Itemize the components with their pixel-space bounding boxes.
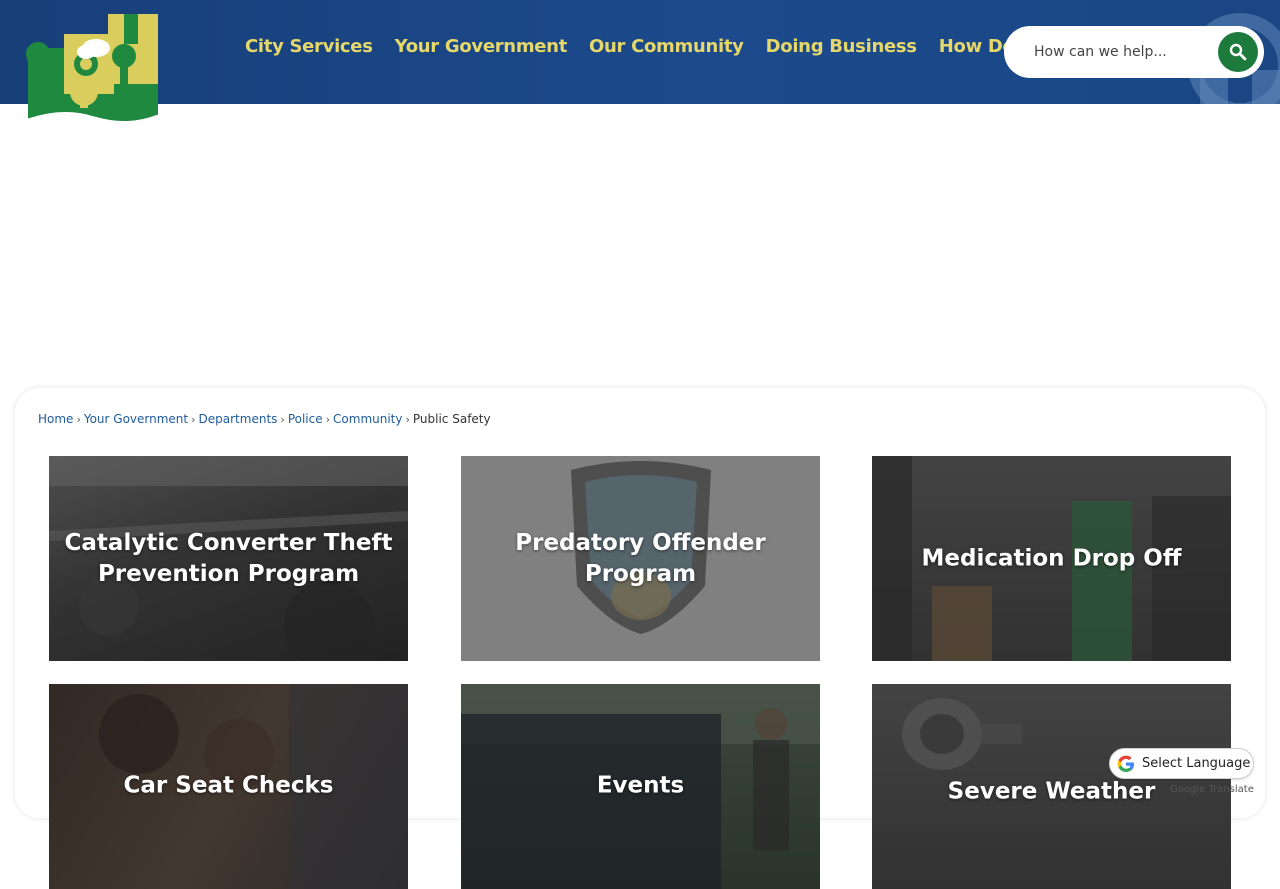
breadcrumb-separator: › (191, 412, 196, 426)
tile-label: Catalytic Converter Theft Prevention Pro… (64, 529, 393, 587)
search-icon (1229, 43, 1247, 61)
tile-label: Medication Drop Off (921, 545, 1182, 571)
tile-catalytic-converter[interactable]: Catalytic Converter Theft Prevention Pro… (49, 456, 408, 661)
breadcrumb-current: Public Safety (412, 412, 491, 426)
translate-label: Select Language (1142, 756, 1251, 771)
city-logo-icon[interactable] (24, 12, 160, 128)
translate-select[interactable]: Select Language (1109, 748, 1254, 779)
breadcrumb-separator: › (280, 412, 285, 426)
tile-predatory-offender[interactable]: Predatory Offender Program (461, 456, 820, 661)
breadcrumb: Home › Your Government › Departments › P… (38, 412, 491, 426)
tile-medication-drop-off[interactable]: Medication Drop Off (872, 456, 1231, 661)
banner-area (0, 104, 1280, 388)
breadcrumb-separator: › (76, 412, 81, 426)
search-input[interactable] (1034, 44, 1214, 60)
nav-your-government[interactable]: Your Government (395, 36, 568, 57)
google-g-icon (1117, 755, 1134, 772)
tile-label: Car Seat Checks (123, 772, 334, 799)
tile-label: Events (596, 772, 685, 799)
breadcrumb-your-government[interactable]: Your Government (84, 412, 188, 426)
breadcrumb-departments[interactable]: Departments (199, 412, 278, 426)
nav-city-services[interactable]: City Services (245, 36, 373, 57)
site-header: City Services Your Government Our Commun… (0, 0, 1280, 104)
tile-car-seat-checks[interactable]: Car Seat Checks (49, 684, 408, 889)
search-button[interactable] (1218, 32, 1258, 72)
tile-events[interactable]: Events (461, 684, 820, 889)
powered-by-google-translate[interactable]: Google Translate (1170, 784, 1254, 795)
main-nav: City Services Your Government Our Commun… (245, 36, 1069, 57)
breadcrumb-police[interactable]: Police (288, 412, 323, 426)
breadcrumb-separator: › (325, 412, 331, 426)
search-box (1004, 26, 1264, 78)
breadcrumb-separator: › (405, 412, 410, 426)
breadcrumb-home[interactable]: Home (38, 412, 73, 426)
tile-label: Predatory Offender Program (515, 529, 766, 587)
nav-doing-business[interactable]: Doing Business (766, 36, 917, 57)
breadcrumb-community[interactable]: Community (333, 412, 402, 426)
nav-our-community[interactable]: Our Community (589, 36, 744, 57)
